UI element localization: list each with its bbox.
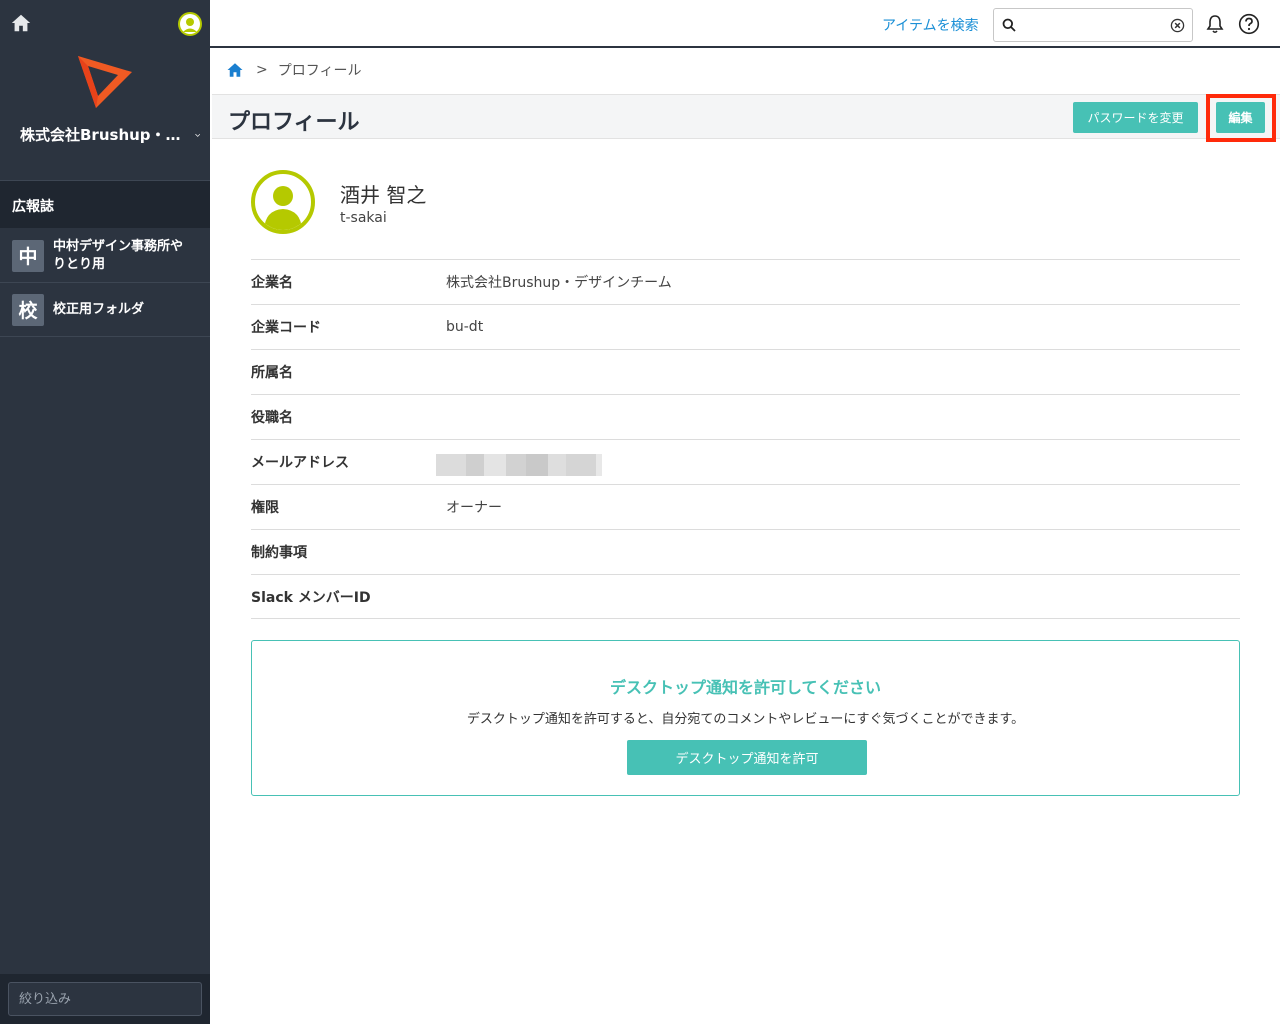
table-row: 制約事項: [251, 529, 1240, 574]
sidebar-section-title[interactable]: 広報誌: [0, 181, 210, 228]
table-row: 所属名: [251, 349, 1240, 394]
table-row: Slack メンバーID: [251, 574, 1240, 619]
field-value: bu-dt: [446, 319, 484, 335]
table-row: 権限 オーナー: [251, 484, 1240, 529]
help-icon[interactable]: [1238, 13, 1260, 35]
filter-input[interactable]: [8, 982, 202, 1016]
sidebar-top: [0, 0, 210, 48]
user-silhouette-icon: [264, 186, 302, 230]
pixelated-redaction: [436, 444, 656, 476]
folder-label-line: 中村デザイン事務所や: [53, 238, 184, 254]
search-input[interactable]: [993, 8, 1193, 42]
allow-notification-button[interactable]: デスクトップ通知を許可: [627, 740, 867, 775]
org-name: 株式会社Brushup・…: [20, 126, 181, 144]
sidebar-filter-area: [0, 974, 210, 1024]
page-header: プロフィール パスワードを変更 編集: [212, 94, 1280, 142]
folder-label-line: 校正用フォルダ: [53, 301, 145, 317]
field-value: オーナー: [446, 500, 502, 516]
chevron-down-icon: [194, 133, 200, 137]
search-icon: [1002, 18, 1016, 32]
home-icon[interactable]: [10, 12, 32, 34]
page-title: プロフィール: [228, 110, 360, 135]
folder-label: 校正用フォルダ: [53, 301, 144, 319]
field-label: メールアドレス: [251, 455, 349, 471]
sidebar: 株式会社Brushup・… 広報誌 中 中村デザイン事務所や りとり用 校 校正…: [0, 0, 210, 1024]
search-items-link[interactable]: アイテムを検索: [882, 15, 979, 35]
table-row: 企業名 株式会社Brushup・デザインチーム: [251, 259, 1240, 304]
profile-name: 酒井 智之: [340, 183, 427, 207]
profile-user-id: t-sakai: [340, 210, 387, 226]
email-value-redacted: [436, 444, 656, 480]
sidebar-item-folder-kousei[interactable]: 校 校正用フォルダ: [0, 283, 210, 337]
field-label: Slack メンバーID: [251, 589, 371, 606]
breadcrumb-separator: >: [256, 62, 268, 78]
field-label: 企業コード: [251, 320, 321, 336]
folder-label-line: りとり用: [53, 256, 106, 272]
field-label: 所属名: [251, 365, 293, 381]
notification-title: デスクトップ通知を許可してください: [609, 678, 882, 697]
folder-badge: 校: [12, 293, 44, 326]
brushup-logo-icon: [78, 56, 132, 108]
profile-avatar: [251, 170, 315, 234]
breadcrumb-home-icon[interactable]: [226, 61, 244, 79]
user-avatar-icon[interactable]: [178, 12, 202, 36]
field-label: 権限: [251, 500, 279, 516]
field-label: 制約事項: [251, 545, 307, 561]
profile-info-table: 企業名 株式会社Brushup・デザインチーム 企業コード bu-dt 所属名 …: [251, 259, 1240, 619]
clear-icon[interactable]: [1170, 18, 1185, 33]
table-row: 企業コード bu-dt: [251, 304, 1240, 349]
field-label: 役職名: [251, 410, 293, 426]
bell-icon[interactable]: [1204, 13, 1226, 35]
table-row: メールアドレス: [251, 439, 1240, 484]
table-row: 役職名: [251, 394, 1240, 439]
breadcrumb: > プロフィール: [226, 60, 361, 80]
sidebar-item-folder-nakamura[interactable]: 中 中村デザイン事務所や りとり用: [0, 229, 210, 283]
edit-button[interactable]: 編集: [1216, 102, 1265, 133]
org-switcher[interactable]: 株式会社Brushup・…: [20, 124, 200, 145]
field-value: 株式会社Brushup・デザインチーム: [446, 275, 672, 291]
folder-label: 中村デザイン事務所や りとり用: [53, 238, 183, 274]
desktop-notification-panel: デスクトップ通知を許可してください デスクトップ通知を許可すると、自分宛てのコメ…: [251, 640, 1240, 796]
folder-badge: 中: [12, 239, 44, 272]
top-bar: アイテムを検索: [210, 0, 1280, 48]
change-password-button[interactable]: パスワードを変更: [1073, 102, 1198, 133]
field-label: 企業名: [251, 275, 293, 291]
notification-text: デスクトップ通知を許可すると、自分宛てのコメントやレビューにすぐ気づくことができ…: [466, 712, 1025, 727]
breadcrumb-current: プロフィール: [277, 63, 362, 79]
